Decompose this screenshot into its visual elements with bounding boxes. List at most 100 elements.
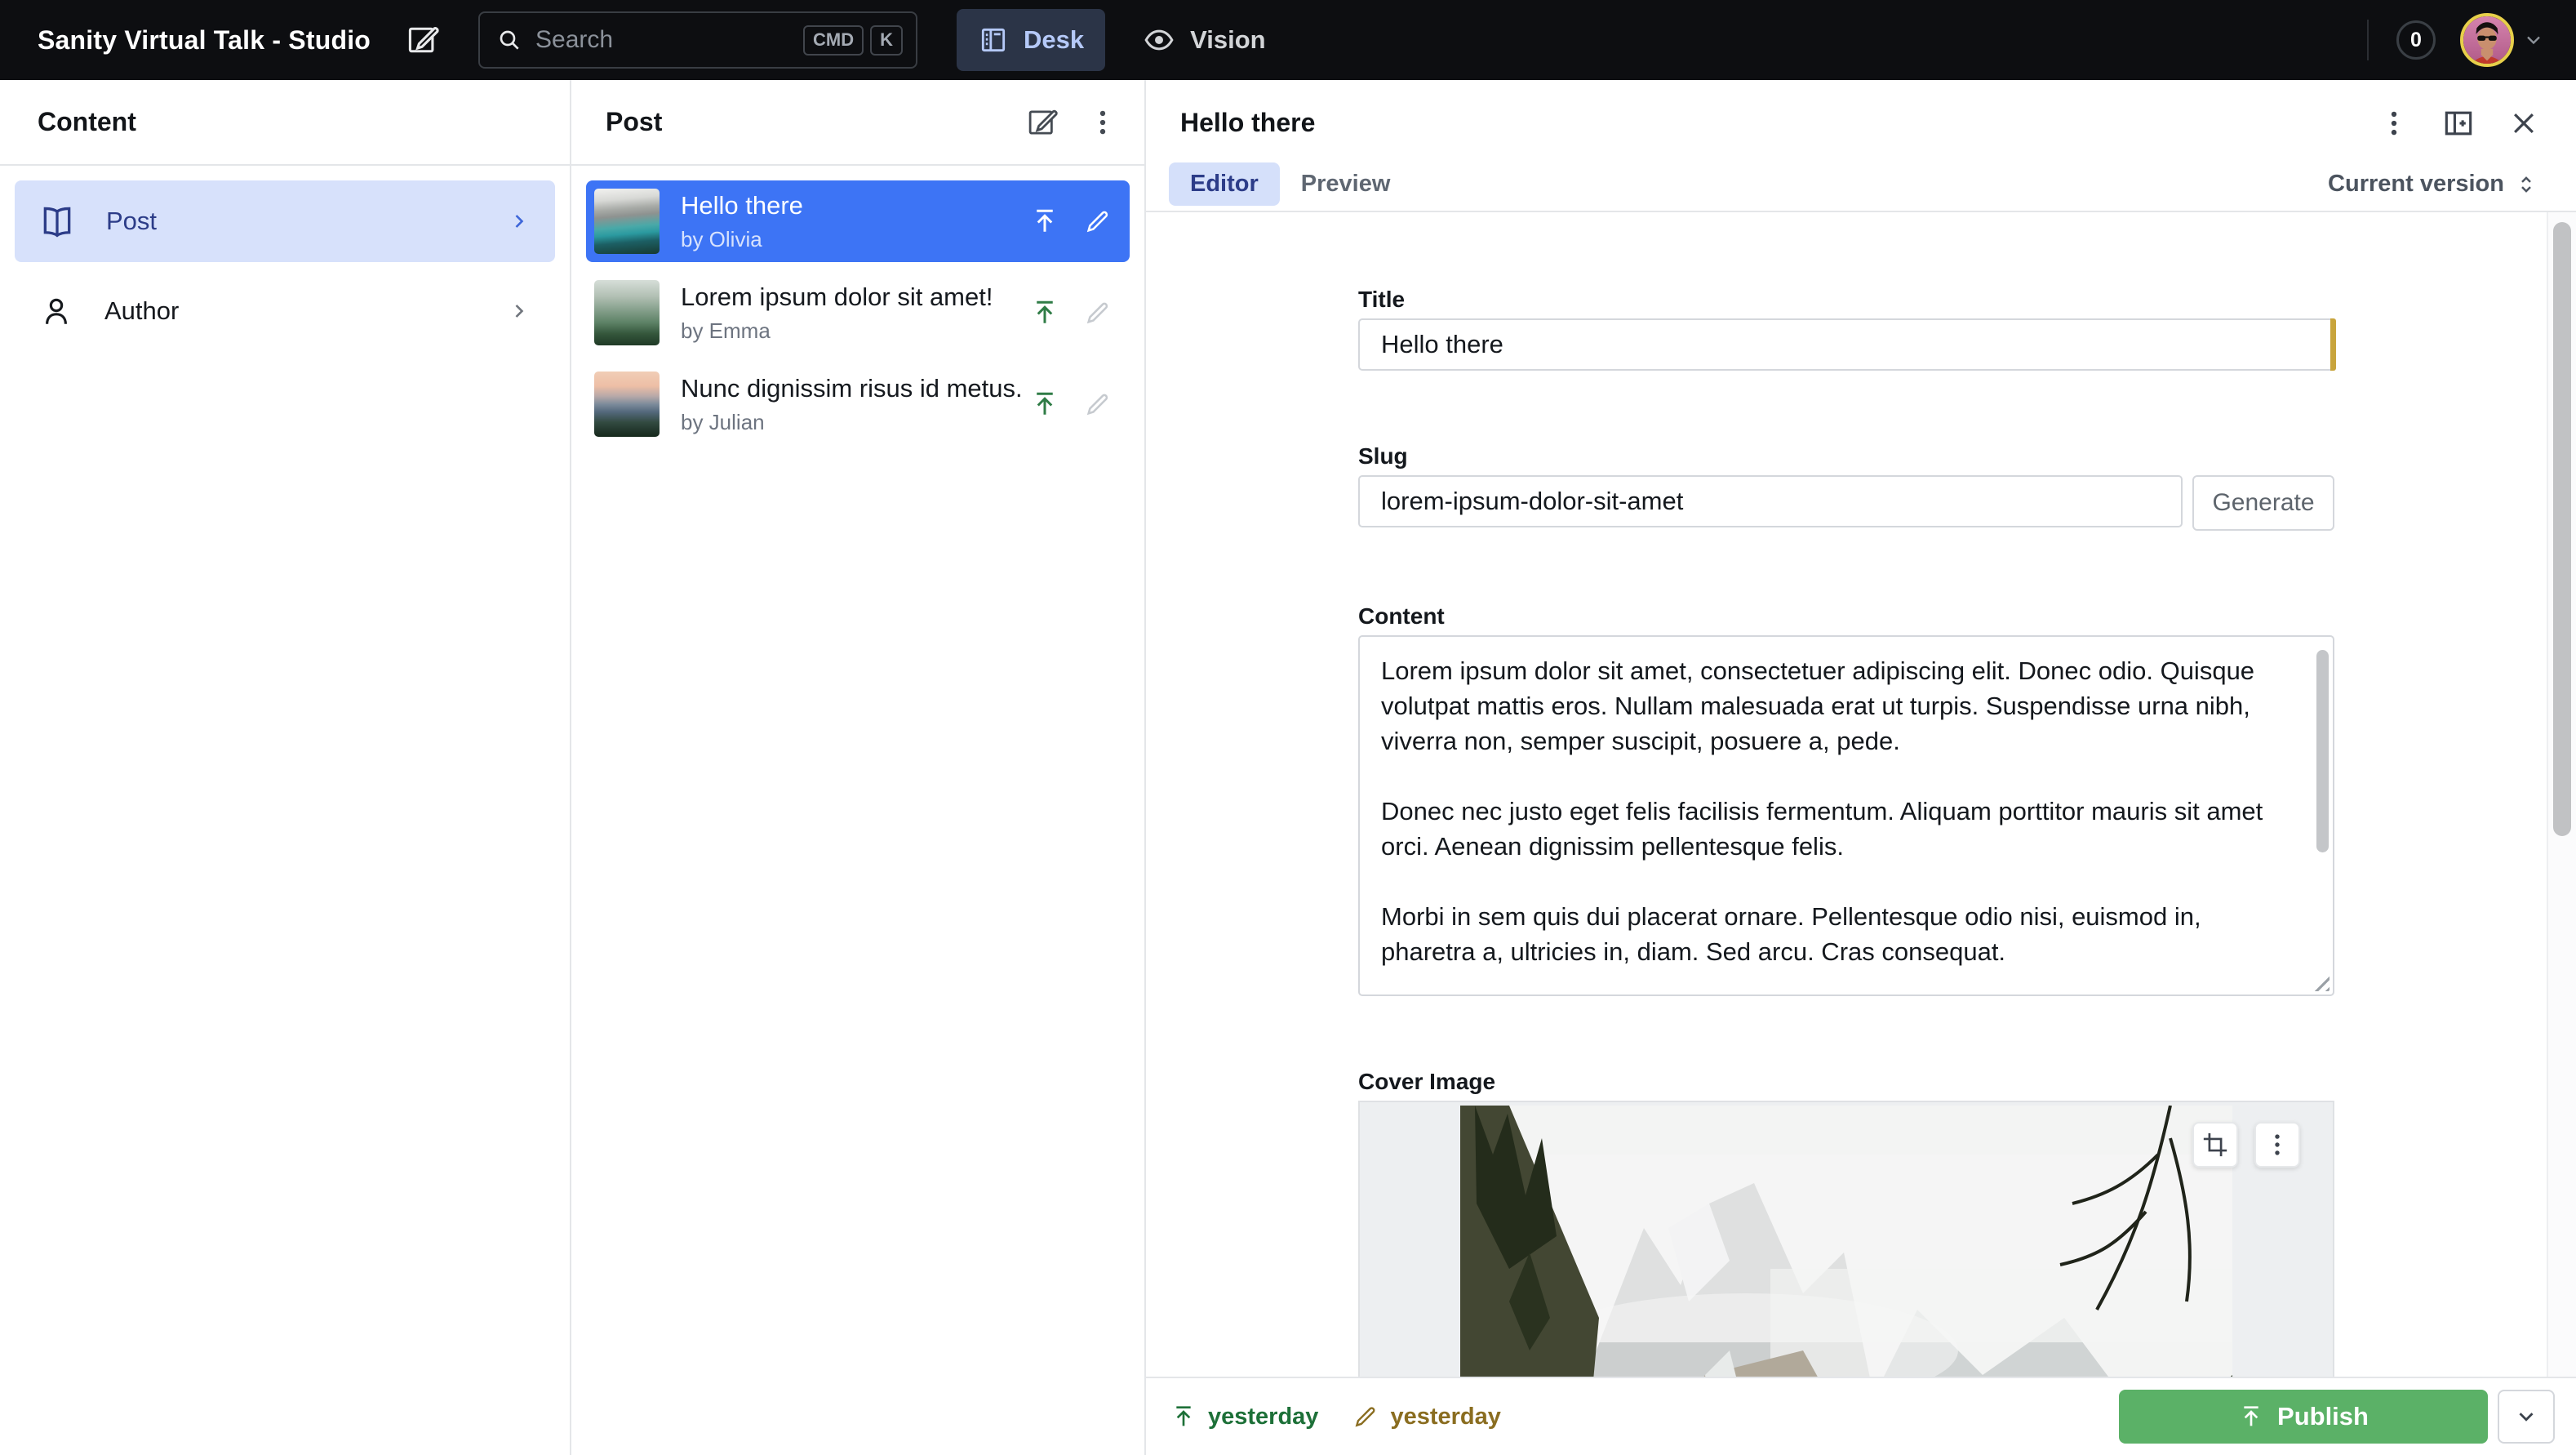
edited-timestamp[interactable]: yesterday [1352,1404,1500,1431]
kebab-menu-icon [2263,1131,2291,1159]
book-icon [39,203,75,239]
split-pane-add-icon [2441,105,2476,141]
sidebar-item-label: Author [104,296,508,326]
slug-input-box [1358,475,2183,527]
document-header: Hello there [1146,80,2576,166]
textarea-scrollbar-thumb[interactable] [2316,650,2329,852]
title-input[interactable] [1360,320,2333,369]
post-title: Nunc dignissim risus id metus. [681,374,1020,403]
published-status-icon [1170,1404,1197,1430]
published-status-icon [1030,389,1059,419]
published-status-icon [1030,207,1059,236]
close-pane-button[interactable] [2507,107,2540,140]
sort-chevrons-icon [2514,172,2538,197]
crop-icon [2201,1131,2229,1159]
list-item[interactable]: Lorem ipsum dolor sit amet! by Emma [586,272,1130,354]
split-pane-button[interactable] [2441,105,2476,141]
navbar-divider [2367,20,2369,60]
list-item[interactable]: Nunc dignissim risus id metus. by Julian [586,363,1130,445]
content-textarea[interactable]: Lorem ipsum dolor sit amet, consectetuer… [1358,635,2334,996]
eye-icon [1143,24,1175,56]
chevron-down-icon [2514,1404,2538,1429]
post-title: Lorem ipsum dolor sit amet! [681,283,1020,312]
slug-row: Generate [1358,475,2334,531]
field-cover-image: Cover Image [1358,1070,2334,1377]
user-menu[interactable] [2460,13,2545,67]
generate-slug-button[interactable]: Generate [2192,475,2334,531]
form-wrap: Title Slug [1146,212,2576,1377]
sidebar-header: Content [0,80,570,166]
desk-panes-icon [978,24,1009,56]
publish-options-button[interactable] [2498,1390,2555,1444]
schema-type-list: Post Author [0,166,570,367]
content-field-label: Content [1358,604,2334,629]
desk-label: Desk [1024,25,1084,55]
field-title: Title [1358,287,2334,371]
chevron-down-icon [2522,29,2545,51]
sidebar-item-author[interactable]: Author [15,270,555,352]
post-list: Hello there by Olivia [571,166,1144,460]
document-scrollbar-thumb[interactable] [2553,222,2571,836]
list-pane-title: Post [606,107,997,137]
post-texts: Nunc dignissim risus id metus. by Julian [681,374,1020,435]
kebab-menu-icon [1087,107,1118,138]
edited-time-label: yesterday [1390,1404,1500,1431]
title-field-label: Title [1358,287,2334,312]
version-selector[interactable]: Current version [2328,171,2538,198]
document-footer: yesterday yesterday [1146,1377,2576,1455]
chevron-right-icon [508,210,531,233]
search-icon [496,27,522,53]
shortcut-k-key: K [870,25,903,56]
post-byline: by Julian [681,410,1020,435]
chevron-right-icon [508,300,531,323]
content-text: Lorem ipsum dolor sit amet, consectetuer… [1360,637,2333,996]
title-input-box [1358,318,2334,371]
sidebar-item-label: Post [106,207,508,236]
post-thumbnail [594,189,660,254]
publish-button[interactable]: Publish [2119,1390,2488,1444]
cover-image-menu-button[interactable] [2254,1122,2300,1168]
notifications-count-badge[interactable]: 0 [2396,20,2436,60]
content-paragraph: Morbi in sem quis dui placerat ornare. P… [1381,899,2284,969]
crop-image-button[interactable] [2192,1122,2238,1168]
workspace-title: Sanity Virtual Talk - Studio [38,25,371,56]
published-status-icon [1030,298,1059,327]
document-scrollbar[interactable] [2547,212,2576,1377]
post-thumbnail [594,372,660,437]
document-editor-pane: Hello there [1146,80,2576,1455]
post-texts: Lorem ipsum dolor sit amet! by Emma [681,283,1020,344]
document-title: Hello there [1180,108,2347,138]
compose-icon [405,22,441,58]
post-byline: by Emma [681,318,1020,344]
field-content: Content Lorem ipsum dolor sit amet, cons… [1358,604,2334,996]
avatar [2460,13,2514,67]
tab-preview[interactable]: Preview [1280,162,1412,206]
post-title: Hello there [681,191,1020,220]
tool-vision-button[interactable]: Vision [1121,9,1286,71]
sidebar-item-post[interactable]: Post [15,180,555,262]
close-icon [2507,107,2540,140]
tool-desk-button[interactable]: Desk [957,9,1105,71]
list-item[interactable]: Hello there by Olivia [586,180,1130,262]
document-form: Title Slug [1358,212,2334,1377]
version-label: Current version [2328,171,2504,198]
document-list-pane: Post [571,80,1146,1455]
cover-image-box [1358,1101,2334,1377]
edited-status-icon [1084,299,1112,327]
new-document-button[interactable] [405,22,441,58]
list-pane-menu-button[interactable] [1087,107,1118,138]
slug-field-label: Slug [1358,444,2334,469]
create-new-post-button[interactable] [1025,105,1059,140]
global-search[interactable]: Search CMD K [478,11,917,69]
cover-image-field-label: Cover Image [1358,1070,2334,1094]
cover-image [1460,1106,2232,1377]
slug-input[interactable] [1360,477,2181,526]
studio-app: Sanity Virtual Talk - Studio Search CMD … [0,0,2576,1455]
document-form-scroll-area: Title Slug [1146,212,2576,1377]
tab-editor[interactable]: Editor [1169,162,1280,206]
edited-status-icon [1084,390,1112,418]
document-menu-button[interactable] [2378,108,2409,139]
list-pane-header: Post [571,80,1144,166]
published-timestamp[interactable]: yesterday [1170,1404,1318,1431]
document-view-tabs: Editor Preview Current version [1146,166,2576,212]
